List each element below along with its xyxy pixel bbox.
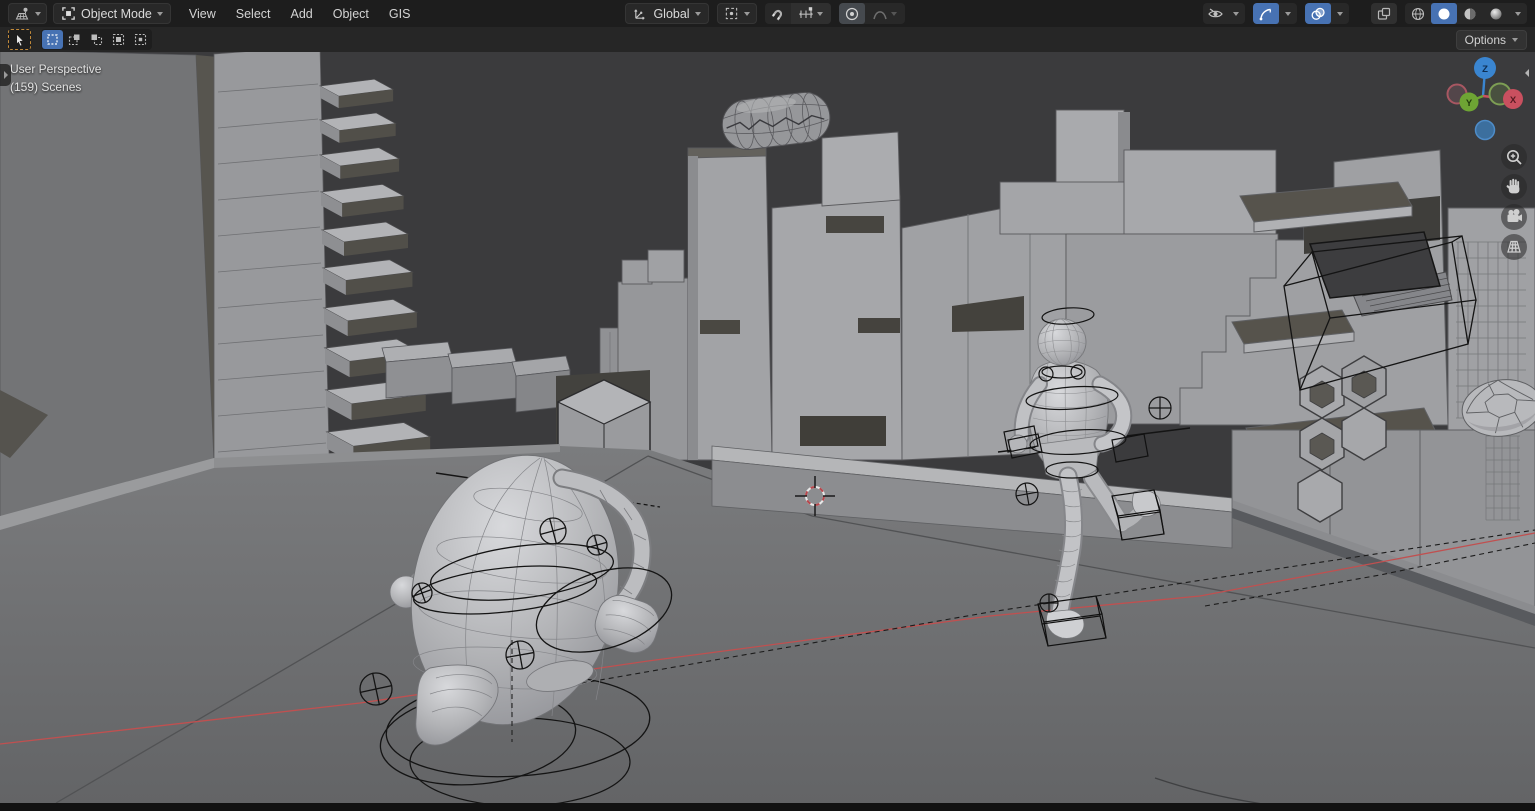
menu-select[interactable]: Select xyxy=(226,5,281,23)
gizmos-icon xyxy=(1258,6,1274,22)
select-mode-extend[interactable] xyxy=(64,30,85,49)
editor-type-button[interactable] xyxy=(8,3,47,24)
cursor-arrow-icon xyxy=(12,32,27,47)
proportional-editing-toggle[interactable] xyxy=(838,3,865,24)
scene-canvas xyxy=(0,52,1535,803)
svg-text:Z: Z xyxy=(1482,64,1488,75)
overlays-dropdown[interactable] xyxy=(1331,3,1349,24)
navigation-gizmo[interactable]: Z Y X xyxy=(1433,56,1527,150)
chevron-down-icon xyxy=(1233,11,1239,16)
magnifier-plus-icon xyxy=(1507,150,1522,165)
snapping-group xyxy=(764,3,831,24)
pan-button[interactable] xyxy=(1501,174,1527,200)
gizmo-axis-y-pos[interactable]: Y xyxy=(1459,92,1479,112)
select-mode-subtract[interactable] xyxy=(86,30,107,49)
shading-wireframe[interactable] xyxy=(1405,3,1431,24)
xray-toggle[interactable] xyxy=(1371,3,1397,24)
editor-3d-viewport-icon xyxy=(14,6,30,22)
menu-view[interactable]: View xyxy=(179,5,226,23)
camera-icon xyxy=(1507,209,1522,222)
falloff-curve-icon xyxy=(872,6,888,22)
chevron-down-icon xyxy=(1285,11,1291,16)
options-button[interactable]: Options xyxy=(1455,29,1527,50)
tool-settings-bar: Options xyxy=(0,27,1535,52)
perspective-grid-icon xyxy=(1507,240,1521,253)
gizmos-dropdown[interactable] xyxy=(1279,3,1297,24)
orientation-value: Global xyxy=(653,6,690,21)
overlays-toggle-group xyxy=(1305,3,1349,24)
rendered-sphere-icon xyxy=(1488,6,1504,22)
chevron-down-icon xyxy=(694,11,701,16)
shading-rendered[interactable] xyxy=(1483,3,1509,24)
camera-view-button[interactable] xyxy=(1501,204,1527,230)
snap-toggle[interactable] xyxy=(765,3,791,24)
transform-snap-cluster: Global xyxy=(625,3,905,24)
viewport-header: Object Mode View Select Add Object GIS G… xyxy=(0,0,1535,27)
gizmos-toggle[interactable] xyxy=(1253,3,1279,24)
gizmo-axis-z-neg[interactable] xyxy=(1474,119,1496,141)
svg-text:X: X xyxy=(1510,95,1517,106)
shading-material[interactable] xyxy=(1457,3,1483,24)
svg-text:Y: Y xyxy=(1466,98,1473,109)
chevron-down-icon xyxy=(817,11,824,16)
chevron-down-icon xyxy=(1515,11,1521,16)
chevron-down-icon xyxy=(1512,37,1518,42)
hand-icon xyxy=(1506,178,1520,194)
blender-window: Object Mode View Select Add Object GIS G… xyxy=(0,0,1535,811)
material-sphere-icon xyxy=(1462,6,1478,22)
mode-select-value: Object Mode xyxy=(81,6,152,21)
chevron-down-icon xyxy=(1337,11,1343,16)
show-object-types-icon xyxy=(1207,6,1224,22)
viewport-nav-buttons xyxy=(1501,144,1527,260)
chevron-down-icon xyxy=(743,11,750,16)
options-label: Options xyxy=(1464,32,1506,47)
solid-sphere-icon xyxy=(1436,6,1452,22)
mode-select[interactable]: Object Mode xyxy=(53,3,171,24)
proportional-editing-icon xyxy=(844,6,860,22)
object-mode-icon xyxy=(61,6,76,21)
menu-gis[interactable]: GIS xyxy=(379,5,421,23)
scene-left-wall[interactable] xyxy=(0,52,218,523)
shading-solid[interactable] xyxy=(1431,3,1457,24)
toggle-orthographic-button[interactable] xyxy=(1501,234,1527,260)
overlays-icon xyxy=(1310,6,1326,22)
chevron-down-icon xyxy=(35,11,41,16)
select-mode-invert[interactable] xyxy=(108,30,129,49)
select-mode-group xyxy=(41,29,152,50)
chevron-right-icon xyxy=(3,71,8,79)
select-mode-set[interactable] xyxy=(42,30,63,49)
xray-icon xyxy=(1376,6,1392,22)
overlays-toggle[interactable] xyxy=(1305,3,1331,24)
status-bar xyxy=(0,803,1535,811)
orientation-axes-icon xyxy=(633,6,648,21)
gizmos-toggle-group xyxy=(1253,3,1297,24)
zoom-button[interactable] xyxy=(1501,144,1527,170)
toolbar-expand-tab[interactable] xyxy=(0,64,11,86)
shading-mode-group xyxy=(1405,3,1527,24)
chevron-down-icon xyxy=(156,11,163,16)
snap-with-button[interactable] xyxy=(790,3,831,24)
menu-object[interactable]: Object xyxy=(323,5,379,23)
gizmo-axis-x-pos[interactable]: X xyxy=(1503,89,1523,109)
gizmo-axis-z-pos[interactable]: Z xyxy=(1474,57,1496,79)
pivot-point-icon xyxy=(724,6,739,21)
select-mode-intersect[interactable] xyxy=(130,30,151,49)
transform-orientation-select[interactable]: Global xyxy=(625,3,709,24)
wireframe-sphere-icon xyxy=(1410,6,1426,22)
object-visibility-button[interactable] xyxy=(1203,3,1245,24)
magnet-icon xyxy=(770,6,786,22)
viewport-3d[interactable]: User Perspective (159) Scenes Z Y X xyxy=(0,52,1535,803)
chevron-down-icon xyxy=(891,11,898,16)
snap-increment-icon xyxy=(798,6,814,22)
active-tool-select-box[interactable] xyxy=(8,29,31,50)
menu-add[interactable]: Add xyxy=(281,5,323,23)
falloff-curve-button[interactable] xyxy=(865,3,905,24)
shading-dropdown[interactable] xyxy=(1509,3,1527,24)
pivot-point-button[interactable] xyxy=(716,3,757,24)
display-cluster xyxy=(1203,3,1527,24)
proportional-group xyxy=(838,3,905,24)
